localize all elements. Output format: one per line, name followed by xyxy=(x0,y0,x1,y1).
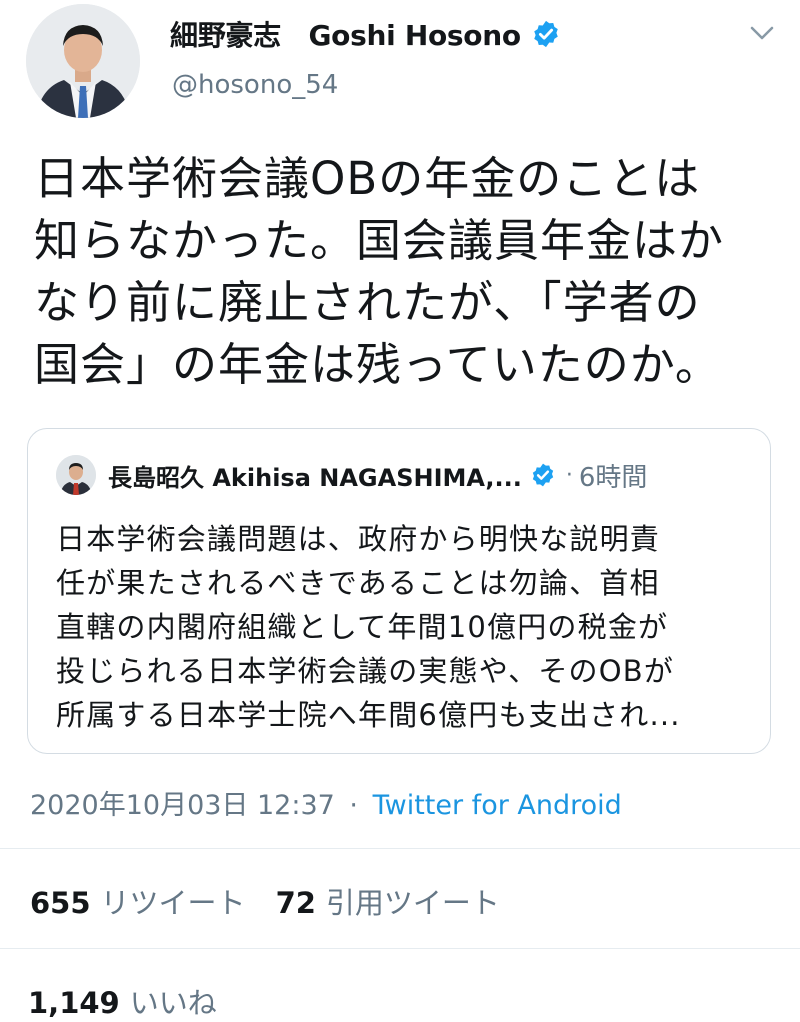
author-name-row: 細野豪志 Goshi Hosono xyxy=(170,14,561,54)
divider xyxy=(0,948,800,949)
tweet-text: 日本学術会議OBの年金のことは 知らなかった。国会議員年金はか なり前に廃止され… xyxy=(34,152,725,391)
quote-tweets-count: 72 xyxy=(275,886,316,920)
avatar-image xyxy=(26,4,140,118)
verified-badge-icon xyxy=(531,19,561,49)
meta-separator: · xyxy=(349,790,359,821)
likes-label: いいね xyxy=(129,986,217,1020)
quote-tweets-label: 引用ツイート xyxy=(325,886,500,920)
tweet-timestamp[interactable]: 2020年10月03日 12:37 xyxy=(30,790,335,821)
retweets-label: リツイート xyxy=(100,886,246,920)
retweets-stat[interactable]: 655 リツイート xyxy=(30,880,246,922)
author-handle[interactable]: @hosono_54 xyxy=(172,70,338,100)
tweet-meta: 2020年10月03日 12:37 · Twitter for Android xyxy=(30,783,622,822)
quoted-tweet-text: 日本学術会議問題は、政府から明快な説明責 任が果たされるべきであることは勿論、首… xyxy=(56,522,681,732)
author-display-name[interactable]: 細野豪志 Goshi Hosono xyxy=(170,14,521,54)
tweet-source-link[interactable]: Twitter for Android xyxy=(373,790,622,821)
likes-count: 1,149 xyxy=(28,986,120,1020)
quoted-verified-badge-icon xyxy=(530,462,556,488)
likes-stat[interactable]: 1,149 いいね xyxy=(28,980,217,1022)
quoted-avatar-image xyxy=(56,455,96,495)
quoted-author-avatar xyxy=(56,455,96,495)
tweet: 細野豪志 Goshi Hosono @hosono_54 日本学術会議OBの年金… xyxy=(0,0,800,1020)
tweet-stats: 655 リツイート 72 引用ツイート xyxy=(30,880,500,922)
quote-tweets-stat[interactable]: 72 引用ツイート xyxy=(276,880,500,922)
quoted-timestamp: 6時間 xyxy=(578,462,648,493)
quoted-header: 長島昭久 Akihisa NAGASHIMA,... · 6時間 xyxy=(108,455,758,495)
quoted-tweet-card[interactable]: 長島昭久 Akihisa NAGASHIMA,... · 6時間 日本学術会議問… xyxy=(27,428,771,754)
quoted-dot-separator: · xyxy=(565,462,573,488)
author-avatar[interactable] xyxy=(26,4,140,118)
divider xyxy=(0,848,800,849)
chevron-down-icon[interactable] xyxy=(742,18,782,48)
retweets-count: 655 xyxy=(30,886,91,920)
quoted-display-name: 長島昭久 Akihisa NAGASHIMA,... xyxy=(108,463,522,492)
